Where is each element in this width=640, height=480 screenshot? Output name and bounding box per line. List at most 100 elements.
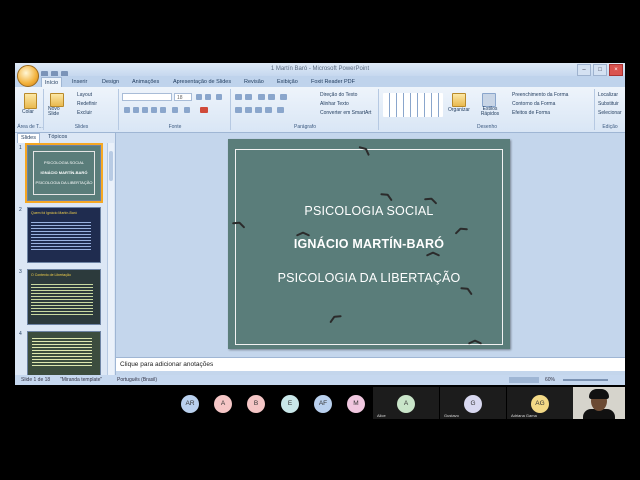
font-color-icon[interactable] xyxy=(200,107,208,113)
grow-font-icon[interactable] xyxy=(196,94,202,100)
group-paragraph: Direção do Texto Alinhar Texto Converter… xyxy=(232,89,379,130)
decrease-indent-icon[interactable] xyxy=(258,94,265,100)
group-font: 18 Fonte xyxy=(120,89,231,130)
slides-pane: Slides Tópicos 1 PSICOLOGIA SOCIAL IGNÁC… xyxy=(15,133,116,378)
view-buttons[interactable] xyxy=(509,377,539,383)
strikethrough-icon[interactable] xyxy=(151,107,157,113)
columns-icon[interactable] xyxy=(277,107,284,113)
case-icon[interactable] xyxy=(184,107,190,113)
numbering-icon[interactable] xyxy=(245,94,252,100)
reset-button[interactable]: Redefinir xyxy=(77,101,97,107)
group-drawing: Organizar Estilos Rápidos Preenchimento … xyxy=(380,89,595,130)
shape-outline-button[interactable]: Contorno da Forma xyxy=(512,101,555,107)
tab-design[interactable]: Design xyxy=(99,77,122,87)
shrink-font-icon[interactable] xyxy=(205,94,211,100)
thumb-number: 1 xyxy=(19,145,22,151)
tab-revisao[interactable]: Revisão xyxy=(241,77,267,87)
participant-name: Gustavo xyxy=(444,413,459,418)
tab-topicos[interactable]: Tópicos xyxy=(45,133,70,142)
thumb-number: 3 xyxy=(19,269,22,275)
find-button[interactable]: Localizar xyxy=(598,92,618,98)
zoom-slider[interactable] xyxy=(563,379,608,381)
thumb-text-block xyxy=(31,220,91,252)
paste-label: Colar xyxy=(22,109,34,115)
participant-avatar[interactable]: B xyxy=(247,395,265,413)
increase-indent-icon[interactable] xyxy=(268,94,275,100)
tab-inserir[interactable]: Inserir xyxy=(69,77,90,87)
bold-icon[interactable] xyxy=(124,107,130,113)
align-right-icon[interactable] xyxy=(255,107,262,113)
window-title: 1 Martín Baró - Microsoft PowerPoint xyxy=(270,66,370,72)
participant-tile[interactable]: A Alice xyxy=(373,387,439,419)
pane-scrollbar[interactable] xyxy=(107,143,114,376)
slide-thumbnail-2[interactable]: Quem foi Ignácio Martín-Baró xyxy=(27,207,101,263)
smartart-button[interactable]: Converter em SmartArt xyxy=(320,110,371,116)
shapes-gallery[interactable] xyxy=(383,93,443,117)
slide-thumbnail-3[interactable]: O Contexto de Libertação xyxy=(27,269,101,325)
new-slide-label[interactable]: Novo Slide xyxy=(48,107,68,117)
participant-avatar[interactable]: E xyxy=(281,395,299,413)
quick-styles-icon[interactable] xyxy=(482,93,496,107)
font-size-combo[interactable]: 18 xyxy=(174,93,192,101)
office-button[interactable] xyxy=(17,65,39,87)
arrange-button[interactable]: Organizar xyxy=(448,107,470,113)
tab-animacoes[interactable]: Animações xyxy=(129,77,162,87)
clear-format-icon[interactable] xyxy=(216,94,222,100)
tab-slides[interactable]: Slides xyxy=(17,133,40,143)
participant-tile[interactable]: AG Adriana Gama xyxy=(507,387,573,419)
quick-styles-button[interactable]: Estilos Rápidos xyxy=(477,107,503,117)
layout-button[interactable]: Layout xyxy=(77,92,92,98)
replace-button[interactable]: Substituir xyxy=(598,101,619,107)
paste-icon[interactable] xyxy=(24,93,37,109)
current-slide[interactable]: PSICOLOGIA SOCIAL IGNÁCIO MARTÍN-BARÓ PS… xyxy=(228,139,510,349)
text-direction-button[interactable]: Direção do Texto xyxy=(320,92,357,98)
participant-avatar[interactable]: AR xyxy=(181,395,199,413)
slide-title-line-2: IGNÁCIO MARTÍN-BARÓ xyxy=(293,237,445,251)
group-paragraph-label: Parágrafo xyxy=(294,124,316,130)
line-spacing-icon[interactable] xyxy=(280,94,287,100)
new-slide-icon[interactable] xyxy=(50,93,64,107)
bird-image xyxy=(426,251,440,257)
minimize-button[interactable]: – xyxy=(577,64,591,76)
tab-apresentacao[interactable]: Apresentação de Slides xyxy=(170,77,234,87)
bullets-icon[interactable] xyxy=(235,94,242,100)
select-button[interactable]: Selecionar xyxy=(598,110,622,116)
align-text-button[interactable]: Alinhar Texto xyxy=(320,101,349,107)
close-button[interactable]: × xyxy=(609,64,623,76)
group-slides: Novo Slide Layout Redefinir Excluir Slid… xyxy=(45,89,119,130)
shadow-icon[interactable] xyxy=(160,107,166,113)
align-center-icon[interactable] xyxy=(245,107,252,113)
arrange-icon[interactable] xyxy=(452,93,466,107)
participant-avatar[interactable]: M xyxy=(347,395,365,413)
thumb-text-block xyxy=(31,282,93,316)
participant-avatar: AG xyxy=(531,395,549,413)
thumb-line: IGNÁCIO MARTÍN-BARÓ xyxy=(40,170,88,175)
group-editing: Localizar Substituir Selecionar Edição xyxy=(596,89,624,130)
font-name-combo[interactable] xyxy=(122,93,172,101)
participant-avatar[interactable]: A xyxy=(214,395,232,413)
self-camera-video[interactable] xyxy=(573,387,625,419)
tab-exibicao[interactable]: Exibição xyxy=(274,77,301,87)
shape-fill-button[interactable]: Preenchimento da Forma xyxy=(512,92,568,98)
slide-thumbnail-1[interactable]: PSICOLOGIA SOCIAL IGNÁCIO MARTÍN-BARÓ PS… xyxy=(25,143,103,203)
delete-button[interactable]: Excluir xyxy=(77,110,92,116)
camera-hair xyxy=(589,389,609,399)
participant-avatar[interactable]: AF xyxy=(314,395,332,413)
participant-tile[interactable]: G Gustavo xyxy=(440,387,506,419)
powerpoint-window: 1 Martín Baró - Microsoft PowerPoint – □… xyxy=(15,63,625,385)
slide-title-line-3: PSICOLOGIA DA LIBERTAÇÃO xyxy=(277,271,461,285)
group-font-label: Fonte xyxy=(168,124,182,130)
notes-field[interactable]: Clique para adicionar anotações xyxy=(116,357,625,371)
align-left-icon[interactable] xyxy=(235,107,242,113)
justify-icon[interactable] xyxy=(265,107,272,113)
participant-avatar: A xyxy=(397,395,415,413)
shape-effects-button[interactable]: Efeitos de Forma xyxy=(512,110,550,116)
underline-icon[interactable] xyxy=(142,107,148,113)
status-slide-count: Slide 1 de 18 xyxy=(21,377,51,383)
slide-thumbnail-4[interactable] xyxy=(27,331,101,377)
tab-foxit[interactable]: Foxit Reader PDF xyxy=(308,77,358,87)
spacing-icon[interactable] xyxy=(172,107,178,113)
italic-icon[interactable] xyxy=(133,107,139,113)
group-editing-label: Edição xyxy=(602,124,618,130)
maximize-button[interactable]: □ xyxy=(593,64,607,76)
